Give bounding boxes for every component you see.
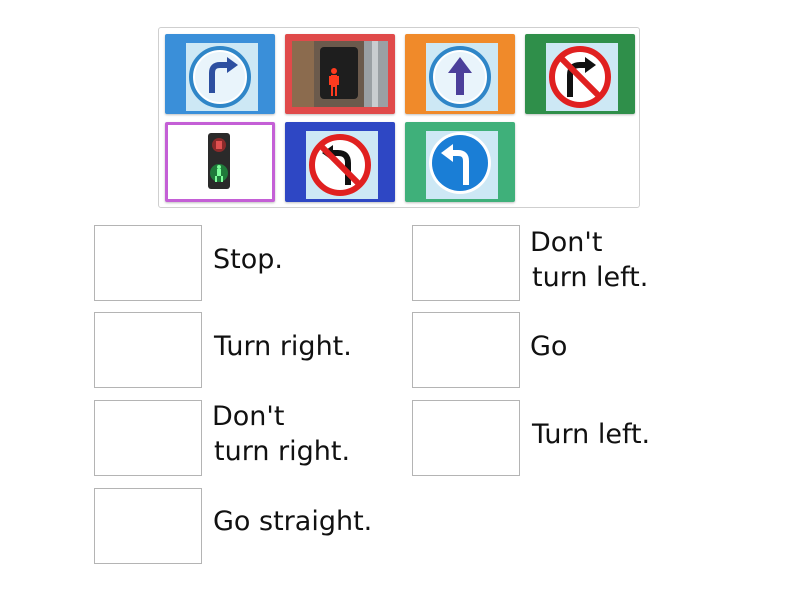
tile-red-pedestrian[interactable] bbox=[285, 34, 395, 114]
turn-right-sign-icon bbox=[189, 46, 251, 108]
red-pedestrian-light-icon bbox=[292, 41, 388, 107]
item-label: Turn left. bbox=[532, 419, 651, 450]
item-label-line2: turn left. bbox=[532, 262, 649, 293]
green-pedestrian-light-icon bbox=[208, 133, 230, 189]
no-right-turn-sign-icon bbox=[549, 46, 611, 108]
drop-slot-go[interactable] bbox=[412, 312, 520, 388]
drop-slot-turn-left[interactable] bbox=[412, 400, 520, 476]
tile-no-right-turn[interactable] bbox=[525, 34, 635, 114]
item-label-line1: Don't bbox=[530, 227, 603, 258]
drop-slot-stop[interactable] bbox=[94, 225, 202, 301]
tile-green-pedestrian[interactable] bbox=[165, 122, 275, 202]
turn-left-sign-icon bbox=[429, 132, 491, 194]
tile-turn-right[interactable] bbox=[165, 34, 275, 114]
tile-tray bbox=[158, 27, 640, 208]
no-left-turn-sign-icon bbox=[309, 134, 371, 196]
item-label: Stop. bbox=[213, 244, 283, 275]
tile-no-left-turn[interactable] bbox=[285, 122, 395, 202]
tile-turn-left[interactable] bbox=[405, 122, 515, 202]
item-label: Turn right. bbox=[214, 331, 352, 362]
drop-slot-go-straight[interactable] bbox=[94, 488, 202, 564]
drop-slot-turn-right[interactable] bbox=[94, 312, 202, 388]
item-label-line2: turn right. bbox=[214, 436, 351, 467]
item-label-line1: Don't bbox=[212, 401, 285, 432]
drop-slot-dont-turn-left[interactable] bbox=[412, 225, 520, 301]
item-label: Go straight. bbox=[213, 506, 373, 537]
drop-slot-dont-turn-right[interactable] bbox=[94, 400, 202, 476]
item-label: Go bbox=[530, 331, 568, 362]
tile-go-straight[interactable] bbox=[405, 34, 515, 114]
go-straight-sign-icon bbox=[429, 46, 491, 108]
